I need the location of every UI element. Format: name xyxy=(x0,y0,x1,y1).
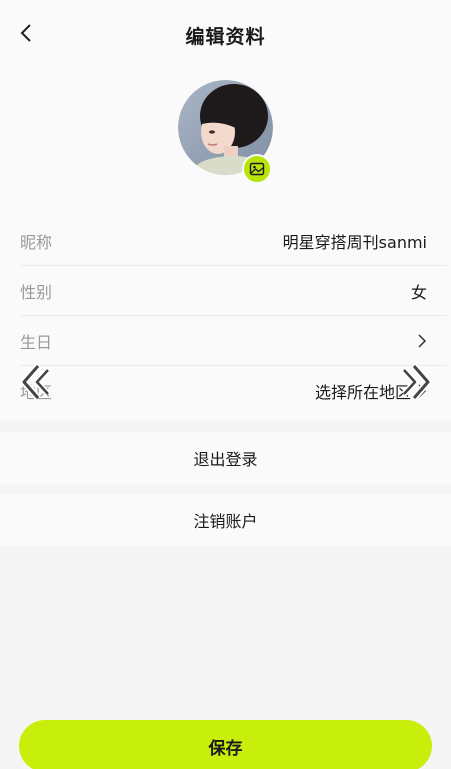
gender-row[interactable]: 性别 女 xyxy=(20,266,447,316)
delete-account-button[interactable]: 注销账户 xyxy=(0,494,451,546)
birthday-value-wrap xyxy=(411,333,447,349)
top-bar: 编辑资料 xyxy=(0,0,451,70)
chevron-right-icon xyxy=(418,333,427,348)
double-chevron-left-icon xyxy=(20,363,51,401)
change-avatar-button[interactable] xyxy=(242,154,272,184)
save-button[interactable]: 保存 xyxy=(19,720,432,769)
prev-arrow-button[interactable] xyxy=(18,360,52,404)
page-title: 编辑资料 xyxy=(185,26,266,48)
profile-form: 昵称 明星穿搭周刊sanmi 性别 女 生日 地区 选择所在地区 xyxy=(0,210,451,420)
avatar-section xyxy=(0,70,451,210)
logout-button[interactable]: 退出登录 xyxy=(0,432,451,484)
image-icon xyxy=(249,162,265,176)
next-arrow-button[interactable] xyxy=(400,360,434,404)
birthday-row[interactable]: 生日 xyxy=(20,316,447,366)
region-row[interactable]: 地区 选择所在地区 xyxy=(20,366,447,416)
double-chevron-right-icon xyxy=(401,363,432,401)
nickname-label: 昵称 xyxy=(20,232,53,252)
gender-value: 女 xyxy=(410,282,427,302)
gender-label: 性别 xyxy=(20,282,53,302)
nickname-row[interactable]: 昵称 明星穿搭周刊sanmi xyxy=(20,216,447,266)
birthday-label: 生日 xyxy=(20,332,53,352)
nickname-value: 明星穿搭周刊sanmi xyxy=(282,232,427,252)
region-value: 选择所在地区 xyxy=(314,383,411,402)
